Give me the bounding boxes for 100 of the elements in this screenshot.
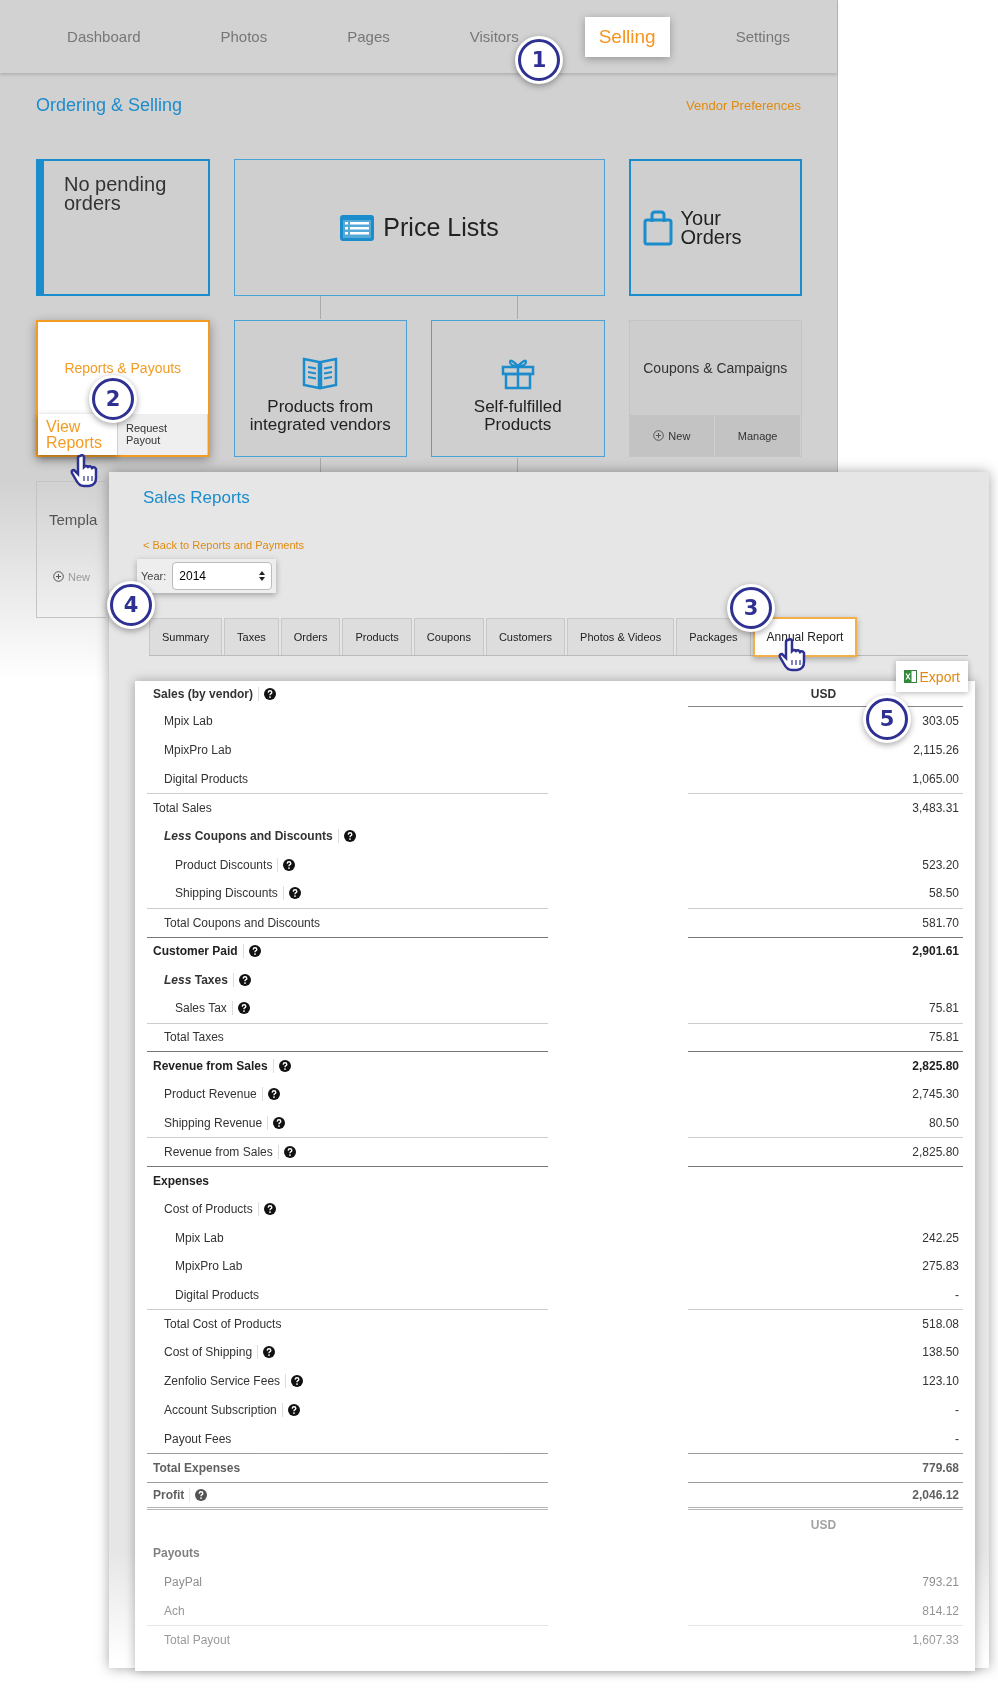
report-tab[interactable]: Products (342, 618, 412, 655)
row-label: Payouts (153, 1546, 200, 1561)
page-title: Ordering & Selling (36, 94, 183, 116)
report-tab[interactable]: Packages (676, 618, 751, 655)
card-title: Templa (49, 510, 98, 528)
help-icon[interactable] (291, 1375, 304, 1388)
status-card[interactable]: No pending orders (36, 159, 210, 296)
plus-circle-icon (53, 571, 64, 582)
row-label: Sales (by vendor) (153, 687, 254, 701)
panel-title: Sales Reports (143, 488, 251, 509)
row-value: 1,065.00 (912, 771, 959, 786)
row-label: MpixPro Lab (164, 743, 232, 758)
help-icon[interactable] (288, 887, 301, 900)
up-down-arrows-icon (259, 571, 266, 581)
row-label: Mpix Lab (164, 714, 213, 729)
row-label: Total Sales (153, 800, 212, 815)
connector-line (320, 296, 321, 319)
year-select[interactable]: 2014 (172, 562, 273, 590)
row-value: 793.21 (922, 1574, 959, 1589)
row-value: 2,046.12 (912, 1487, 959, 1502)
card-action-button[interactable]: Request Payout (118, 414, 208, 455)
row-label: Shipping Discounts (175, 886, 278, 901)
row-value: 2,825.80 (912, 1059, 959, 1074)
row-value: 2,745.30 (912, 1087, 959, 1102)
help-icon[interactable] (273, 1116, 286, 1129)
spreadsheet-icon (903, 670, 917, 683)
step-number-badge: 4 (110, 584, 152, 626)
help-icon[interactable] (283, 858, 296, 871)
row-label: Product Revenue (164, 1087, 257, 1102)
report-tab[interactable]: Customers (485, 618, 566, 655)
row-value: - (955, 1431, 959, 1446)
feature-card[interactable]: Coupons & Campaigns New Manage (628, 320, 802, 457)
card-title: Price Lists (383, 213, 499, 242)
help-icon[interactable] (287, 1403, 300, 1416)
row-label: Ach (164, 1603, 185, 1618)
feature-card[interactable]: Price Lists (233, 159, 605, 296)
help-icon[interactable] (237, 1002, 250, 1015)
currency-header: USD (809, 1516, 838, 1534)
report-tab[interactable]: Taxes (224, 618, 279, 655)
help-icon[interactable] (343, 830, 356, 843)
row-label: Total Payout (164, 1632, 231, 1647)
shopping-bag-icon (642, 209, 673, 246)
currency-header: USD (810, 686, 837, 701)
card-title: Products from integrated vendors (248, 397, 392, 434)
row-value: - (955, 1288, 959, 1303)
step-number-badge: 3 (730, 587, 772, 629)
row-label: Digital Products (175, 1288, 260, 1303)
row-label: Digital Products (164, 771, 249, 786)
year-label: Year: (141, 570, 167, 582)
card-title: Coupons & Campaigns (643, 360, 788, 376)
feature-card[interactable]: Products from integrated vendors (233, 320, 407, 457)
row-label: Product Discounts (175, 857, 273, 872)
report-tab[interactable]: Orders (280, 618, 341, 655)
plus-circle-icon (653, 430, 665, 441)
row-value: 2,115.26 (913, 743, 959, 758)
row-value: 581.70 (922, 915, 959, 930)
help-icon[interactable] (238, 973, 251, 986)
card-title: Your Orders (680, 208, 741, 247)
row-label: Total Taxes (164, 1030, 224, 1045)
row-value: 2,901.61 (912, 944, 959, 959)
row-value: 3,483.31 (912, 800, 959, 815)
connector-line (517, 296, 518, 319)
help-icon[interactable] (278, 1060, 291, 1073)
row-value: - (955, 1402, 959, 1417)
row-label: Total Cost of Products (164, 1317, 282, 1332)
row-value: 75.81 (928, 1001, 959, 1016)
help-icon[interactable] (267, 1088, 280, 1101)
row-label: Shipping Revenue (164, 1115, 263, 1130)
row-label: Profit (153, 1487, 185, 1502)
row-label: Revenue from Sales (164, 1145, 273, 1160)
row-label: Customer Paid (153, 944, 238, 959)
row-value: 242.25 (922, 1230, 959, 1245)
card-action-button[interactable]: New (629, 415, 716, 456)
row-value: 303.05 (922, 714, 959, 729)
feature-card[interactable]: Self-fulfilled Products (431, 320, 605, 457)
row-label: Zenfolio Service Fees (164, 1374, 281, 1389)
row-label: Cost of Products (164, 1202, 253, 1217)
help-icon[interactable] (283, 1146, 296, 1159)
row-label: Payout Fees (164, 1431, 232, 1446)
open-book-icon (302, 355, 339, 390)
help-icon[interactable] (195, 1488, 208, 1501)
help-icon[interactable] (264, 688, 277, 700)
report-tab[interactable]: Summary (149, 618, 223, 655)
step-number-badge: 2 (92, 378, 134, 420)
row-value: 523.20 (922, 857, 959, 872)
row-value: 80.50 (928, 1115, 959, 1130)
report-tab[interactable]: Photos & Videos (567, 618, 675, 655)
row-value: 1,607.33 (912, 1632, 959, 1647)
card-action-button[interactable]: Manage (715, 415, 801, 456)
help-icon[interactable] (248, 945, 261, 958)
row-value: 138.50 (922, 1345, 959, 1360)
row-label: Expenses (153, 1173, 210, 1188)
row-label: Total Expenses (153, 1460, 241, 1475)
row-value: 58.50 (928, 886, 959, 901)
row-value: 814.12 (922, 1603, 959, 1618)
report-tab[interactable]: Coupons (413, 618, 484, 655)
help-icon[interactable] (263, 1203, 276, 1216)
row-label: Total Coupons and Discounts (164, 915, 321, 930)
help-icon[interactable] (263, 1346, 276, 1359)
feature-card[interactable]: Your Orders (628, 159, 802, 296)
